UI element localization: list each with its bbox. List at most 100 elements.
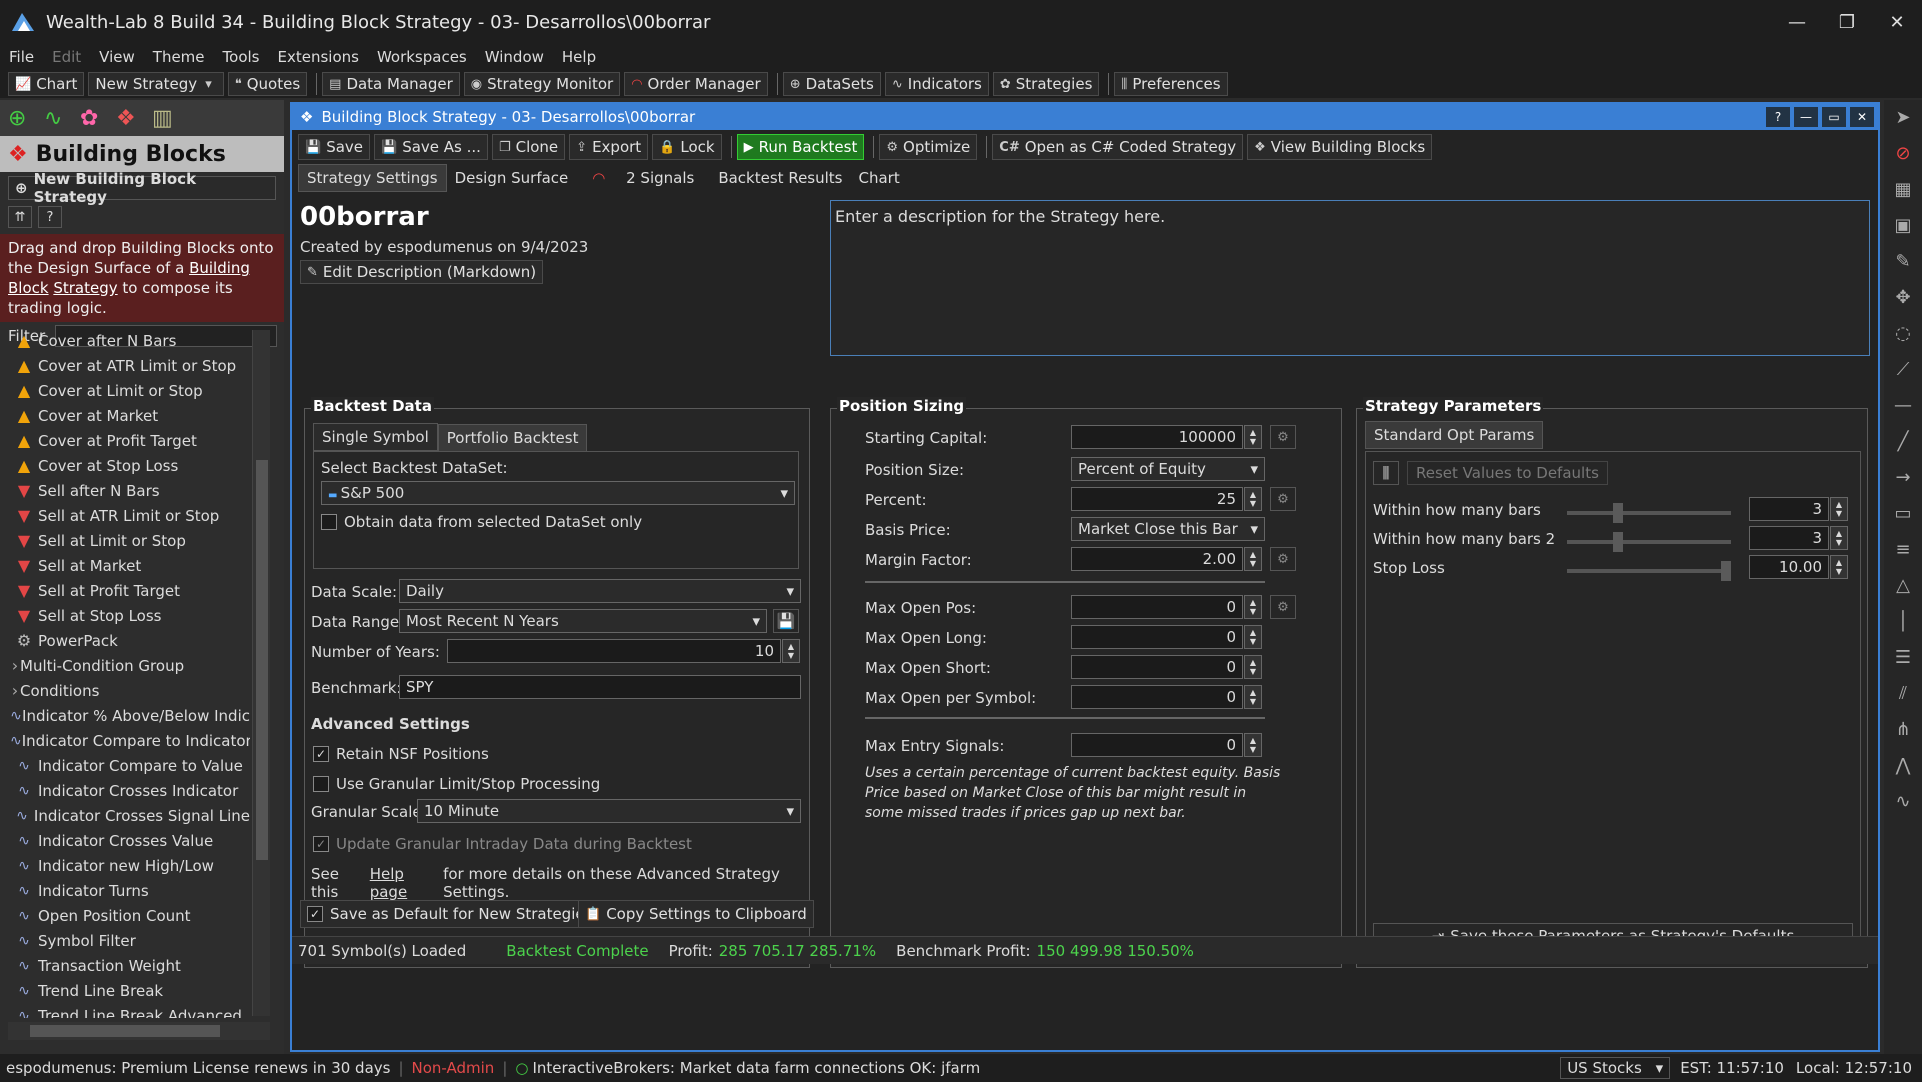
margin-input[interactable]: 2.00 (1071, 547, 1243, 571)
gear-icon[interactable]: ⚙ (1270, 547, 1296, 571)
tab-portfolio-backtest[interactable]: Portfolio Backtest (437, 423, 588, 451)
obtain-data-checkbox[interactable] (321, 514, 337, 530)
param-value-input[interactable]: 3 (1749, 497, 1829, 521)
quotes-button[interactable]: ❝ Quotes (227, 72, 308, 96)
menu-tools[interactable]: Tools (214, 48, 269, 66)
copy-settings-button[interactable]: 📋 Copy Settings to Clipboard (578, 900, 814, 928)
param-slider[interactable] (1567, 561, 1731, 581)
list-item[interactable]: ▼ Sell at Profit Target (10, 578, 250, 603)
list-item[interactable]: ▼ Sell at Market (10, 553, 250, 578)
list-item[interactable]: ∿ Indicator new High/Low (10, 853, 250, 878)
market-select[interactable]: US Stocks ▾ (1560, 1057, 1671, 1079)
dataset-select[interactable]: ▬ S&P 500 ▾ (321, 481, 795, 505)
andrews-icon[interactable]: ⋔ (1884, 712, 1922, 748)
strategy-link[interactable]: Strategy (53, 279, 117, 297)
vertical-scrollbar[interactable] (252, 330, 270, 1016)
max-open-long-stepper[interactable]: ▲ ▼ (1244, 625, 1262, 649)
param-slider[interactable] (1567, 532, 1731, 552)
list-item[interactable]: ∿ Indicator Crosses Value (10, 828, 250, 853)
horizontal-line-icon[interactable]: — (1884, 388, 1922, 424)
channel-icon[interactable]: ⫽ (1884, 676, 1922, 712)
param-value-input[interactable]: 10.00 (1749, 555, 1829, 579)
list-item[interactable]: ▲ Cover at ATR Limit or Stop (10, 353, 250, 378)
menu-workspaces[interactable]: Workspaces (368, 48, 476, 66)
vertical-line-icon[interactable]: │ (1884, 604, 1922, 640)
maximize-icon[interactable]: ▭ (1822, 107, 1846, 127)
help-icon[interactable]: ? (38, 206, 62, 228)
menu-file[interactable]: File (0, 48, 43, 66)
percent-stepper[interactable]: ▲ ▼ (1244, 487, 1262, 511)
datasets-button[interactable]: ⊕ DataSets (782, 72, 881, 96)
capital-stepper[interactable]: ▲ ▼ (1244, 425, 1262, 449)
description-textarea[interactable]: Enter a description for the Strategy her… (830, 200, 1870, 356)
slider-thumb[interactable] (1721, 561, 1731, 581)
list-item[interactable]: ▲ Cover after N Bars (10, 328, 250, 353)
new-strategy-dropdown[interactable]: New Strategy ▾ (88, 72, 224, 96)
restore-icon[interactable]: ❐ (1822, 0, 1872, 44)
years-input[interactable]: 10 (447, 639, 781, 663)
slider-thumb[interactable] (1613, 532, 1624, 552)
brain-icon[interactable]: ✿ (80, 106, 116, 131)
tab-single-symbol[interactable]: Single Symbol (313, 423, 438, 451)
margin-stepper[interactable]: ▲ ▼ (1244, 547, 1262, 571)
collapse-all-icon[interactable]: ⇈ (8, 206, 32, 228)
globe-icon[interactable]: ⊕ (8, 106, 44, 131)
menu-theme[interactable]: Theme (144, 48, 214, 66)
save-default-button[interactable]: ✓ Save as Default for New Strategies (300, 900, 600, 928)
data-manager-button[interactable]: ▤ Data Manager (322, 72, 460, 96)
line-icon[interactable]: ⟋ (1884, 352, 1922, 388)
strategy-monitor-button[interactable]: ◉ Strategy Monitor (463, 72, 621, 96)
max-open-pos-stepper[interactable]: ▲ ▼ (1244, 595, 1262, 619)
granular-scale-select[interactable]: 10 Minute ▾ (417, 799, 801, 823)
lock-button[interactable]: 🔒 Lock (652, 134, 722, 160)
list-item[interactable]: ▼ Sell at Limit or Stop (10, 528, 250, 553)
basis-price-select[interactable]: Market Close this Bar ▾ (1071, 517, 1265, 541)
run-backtest-button[interactable]: ▶ Run Backtest (736, 134, 865, 160)
list-item[interactable]: ∿ Open Position Count (10, 903, 250, 928)
years-stepper[interactable]: ▲ ▼ (782, 639, 800, 663)
menu-view[interactable]: View (90, 48, 144, 66)
menu-edit[interactable]: Edit (43, 48, 90, 66)
strategies-button[interactable]: ✿ Strategies (992, 72, 1100, 96)
tab-signals[interactable]: ◠ 2 Signals (576, 165, 710, 191)
trendline-icon[interactable]: ╱ (1884, 424, 1922, 460)
capital-input[interactable]: 100000 (1071, 425, 1243, 449)
export-button[interactable]: ⇪ Export (569, 134, 649, 160)
indicators-button[interactable]: ∿ Indicators (884, 72, 989, 96)
tab-strategy-settings[interactable]: Strategy Settings (298, 164, 447, 192)
list-item[interactable]: ▼ Sell after N Bars (10, 478, 250, 503)
max-entry-signals-stepper[interactable]: ▲ ▼ (1244, 733, 1262, 757)
menu-window[interactable]: Window (476, 48, 553, 66)
optimize-button[interactable]: ⚙ Optimize (879, 134, 978, 160)
horizontal-scrollbar[interactable] (8, 1022, 270, 1040)
edit-description-button[interactable]: ✎ Edit Description (Markdown) (300, 260, 544, 284)
chart-button[interactable]: 📈 Chart (8, 72, 85, 96)
wave-icon[interactable]: ∿ (1884, 784, 1922, 820)
sliders-icon[interactable]: ⫼ (1373, 461, 1399, 485)
lasso-icon[interactable]: ◌ (1884, 316, 1922, 352)
view-building-blocks-button[interactable]: ❖ View Building Blocks (1247, 134, 1433, 160)
no-entry-icon[interactable]: ⊘ (1884, 136, 1922, 172)
menu-help[interactable]: Help (553, 48, 605, 66)
list-item[interactable]: ⚙ PowerPack (10, 628, 250, 653)
list-item[interactable]: ▲ Cover at Profit Target (10, 428, 250, 453)
help-page-link[interactable]: Help page (370, 865, 439, 901)
param-slider[interactable] (1567, 503, 1731, 523)
list-item[interactable]: ▲ Cover at Limit or Stop (10, 378, 250, 403)
granular-checkbox[interactable] (313, 776, 329, 792)
retain-nsf-checkbox[interactable]: ✓ (313, 746, 329, 762)
max-open-pos-input[interactable]: 0 (1071, 595, 1243, 619)
max-open-per-symbol-input[interactable]: 0 (1071, 685, 1243, 709)
disk-icon[interactable]: 💾 (773, 609, 799, 633)
tab-standard-opt-params[interactable]: Standard Opt Params (1365, 421, 1544, 449)
list-item[interactable]: ∿ Indicator Crosses Indicator (10, 778, 250, 803)
max-open-short-input[interactable]: 0 (1071, 655, 1243, 679)
max-open-short-stepper[interactable]: ▲ ▼ (1244, 655, 1262, 679)
text-icon[interactable]: ≡ (1884, 532, 1922, 568)
gear-icon[interactable]: ⚙ (1270, 425, 1296, 449)
param-stepper[interactable]: ▲ ▼ (1830, 555, 1848, 579)
list-item[interactable]: ∿ Trend Line Break Advanced (10, 1003, 250, 1019)
open-cs-button[interactable]: C# Open as C# Coded Strategy (992, 134, 1244, 160)
move-icon[interactable]: ✥ (1884, 280, 1922, 316)
max-open-per-symbol-stepper[interactable]: ▲ ▼ (1244, 685, 1262, 709)
